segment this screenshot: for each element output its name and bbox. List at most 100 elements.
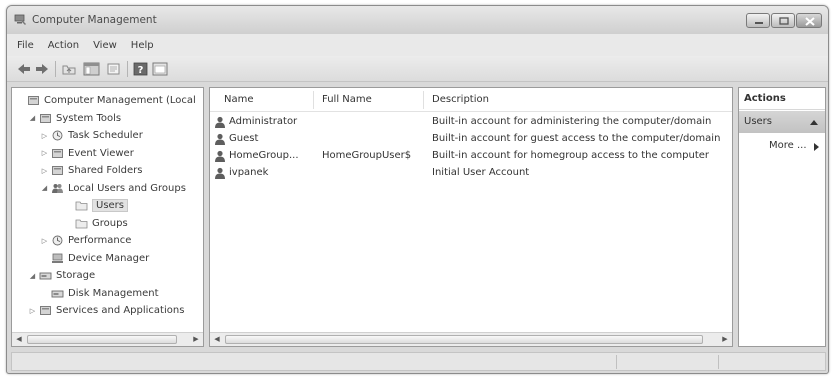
- tree-item[interactable]: ▷ Services and Applications: [28, 303, 185, 318]
- up-folder-icon[interactable]: [61, 61, 77, 77]
- user-icon: [215, 116, 225, 128]
- toolbar-separator: [127, 61, 128, 77]
- window-title: Computer Management: [32, 14, 157, 26]
- column-divider[interactable]: [313, 91, 314, 109]
- column-header-description[interactable]: Description: [426, 88, 489, 111]
- tree-item[interactable]: ◢ Storage: [28, 268, 95, 283]
- show-hide-tree-icon[interactable]: [83, 61, 100, 77]
- scrollbar-thumb[interactable]: [225, 335, 703, 344]
- tree-item-label: Disk Management: [68, 287, 159, 299]
- tree-item[interactable]: Disk Management: [40, 286, 159, 301]
- forward-icon[interactable]: [35, 61, 49, 77]
- collapsed-arrow-icon[interactable]: ▷: [40, 167, 49, 175]
- user-description: Built-in account for guest access to the…: [432, 133, 721, 144]
- computer-management-window: Computer Management File Action View Hel…: [6, 5, 829, 374]
- tree-item-label: Computer Management (Local: [44, 95, 196, 106]
- tree-item-label: Performance: [68, 235, 132, 246]
- column-header-name[interactable]: Name: [218, 88, 254, 111]
- collapsed-arrow-icon[interactable]: ▷: [40, 149, 49, 157]
- tree-item[interactable]: ▷ Performance: [40, 233, 132, 248]
- computer-management-icon: [28, 96, 39, 105]
- tree-item[interactable]: ◢ Local Users and Groups: [40, 181, 186, 196]
- collapse-up-icon[interactable]: [810, 119, 818, 125]
- svg-text:?: ?: [138, 65, 144, 76]
- maximize-icon: [779, 17, 789, 25]
- expanded-arrow-icon[interactable]: ◢: [40, 184, 49, 192]
- back-icon[interactable]: [17, 61, 31, 77]
- menu-action[interactable]: Action: [48, 40, 79, 51]
- menu-view[interactable]: View: [93, 40, 117, 51]
- actions-group-users[interactable]: Users: [739, 111, 825, 133]
- actions-pane: Actions Users More ...: [738, 87, 826, 347]
- help-icon[interactable]: ?: [133, 61, 148, 77]
- tree-item[interactable]: ▷ Shared Folders: [40, 163, 143, 178]
- submenu-arrow-icon[interactable]: [814, 143, 819, 151]
- shared-folder-icon: [52, 166, 63, 175]
- scroll-left-icon[interactable]: ◀: [211, 334, 223, 345]
- user-full-name: HomeGroupUser$: [322, 150, 412, 161]
- expanded-arrow-icon[interactable]: ◢: [28, 114, 37, 122]
- scrollbar-thumb[interactable]: [27, 335, 177, 344]
- tree-item-label: Users: [92, 199, 129, 212]
- table-row[interactable]: HomeGroup... HomeGroupUser$ Built-in acc…: [210, 148, 732, 165]
- expanded-arrow-icon[interactable]: ◢: [28, 272, 37, 280]
- export-list-icon[interactable]: [106, 61, 121, 77]
- toolbar-separator: [55, 61, 56, 77]
- window-controls: [745, 13, 822, 29]
- menu-bar: File Action View Help: [7, 34, 828, 56]
- collapsed-arrow-icon[interactable]: ▷: [40, 237, 49, 245]
- table-row[interactable]: Administrator Built-in account for admin…: [210, 114, 732, 131]
- users-groups-icon: [52, 183, 63, 193]
- scroll-right-icon[interactable]: ▶: [190, 334, 202, 345]
- actions-title: Actions: [739, 88, 825, 110]
- column-header-full-name[interactable]: Full Name: [316, 88, 372, 111]
- clock-icon: [52, 130, 63, 141]
- tree-item-label: Services and Applications: [56, 305, 185, 316]
- menu-help[interactable]: Help: [131, 40, 154, 51]
- maximize-button[interactable]: [771, 13, 795, 28]
- table-row[interactable]: Guest Built-in account for guest access …: [210, 131, 732, 148]
- tree-item-label: Event Viewer: [68, 147, 134, 159]
- tree-item-label: Task Scheduler: [68, 130, 143, 141]
- tree-item[interactable]: ◢ System Tools: [28, 111, 121, 126]
- console-tree[interactable]: Computer Management (Local ◢ System Tools ▷…: [11, 87, 204, 347]
- column-divider[interactable]: [423, 91, 424, 109]
- close-button[interactable]: [796, 13, 822, 28]
- scroll-right-icon[interactable]: ▶: [719, 334, 731, 345]
- main-content: Computer Management (Local ◢ System Tools ▷…: [11, 87, 826, 347]
- scroll-left-icon[interactable]: ◀: [13, 334, 25, 345]
- tools-icon: [40, 113, 51, 123]
- user-description: Initial User Account: [432, 167, 530, 178]
- user-description: Built-in account for homegroup access to…: [432, 150, 710, 161]
- properties-icon[interactable]: [152, 61, 168, 77]
- tree-item[interactable]: Groups: [64, 216, 128, 231]
- user-icon: [215, 150, 225, 162]
- tree-item[interactable]: ▷ Task Scheduler: [40, 128, 143, 143]
- title-bar[interactable]: Computer Management: [7, 6, 828, 34]
- tree-item-label: Storage: [56, 270, 96, 281]
- tree-item-label: Local Users and Groups: [68, 182, 186, 194]
- actions-group-label: Users: [744, 116, 773, 127]
- collapsed-arrow-icon[interactable]: ▷: [28, 307, 37, 315]
- tree-item[interactable]: Users: [64, 198, 129, 213]
- users-list-pane: Name Full Name Description Administrator…: [209, 87, 733, 347]
- status-bar: [11, 352, 826, 371]
- tree-item[interactable]: Device Manager: [40, 251, 149, 266]
- collapsed-arrow-icon[interactable]: ▷: [40, 132, 49, 140]
- menu-file[interactable]: File: [17, 40, 34, 51]
- tree-item-label: Shared Folders: [68, 165, 143, 176]
- action-more[interactable]: More ...: [769, 140, 807, 151]
- toolbar: ?: [7, 56, 828, 82]
- minimize-button[interactable]: [746, 13, 770, 28]
- tree-item-label: System Tools: [56, 112, 122, 124]
- list-horizontal-scrollbar[interactable]: ◀ ▶: [210, 332, 732, 346]
- table-row[interactable]: ivpanek Initial User Account: [210, 165, 732, 182]
- tree-horizontal-scrollbar[interactable]: ◀ ▶: [12, 332, 203, 346]
- status-divider: [616, 355, 617, 369]
- tree-item[interactable]: Computer Management (Local: [16, 93, 196, 108]
- user-name: Guest: [229, 133, 259, 144]
- user-description: Built-in account for administering the c…: [432, 116, 712, 127]
- services-icon: [40, 306, 51, 315]
- tree-item[interactable]: ▷ Event Viewer: [40, 146, 134, 161]
- status-divider: [718, 355, 719, 369]
